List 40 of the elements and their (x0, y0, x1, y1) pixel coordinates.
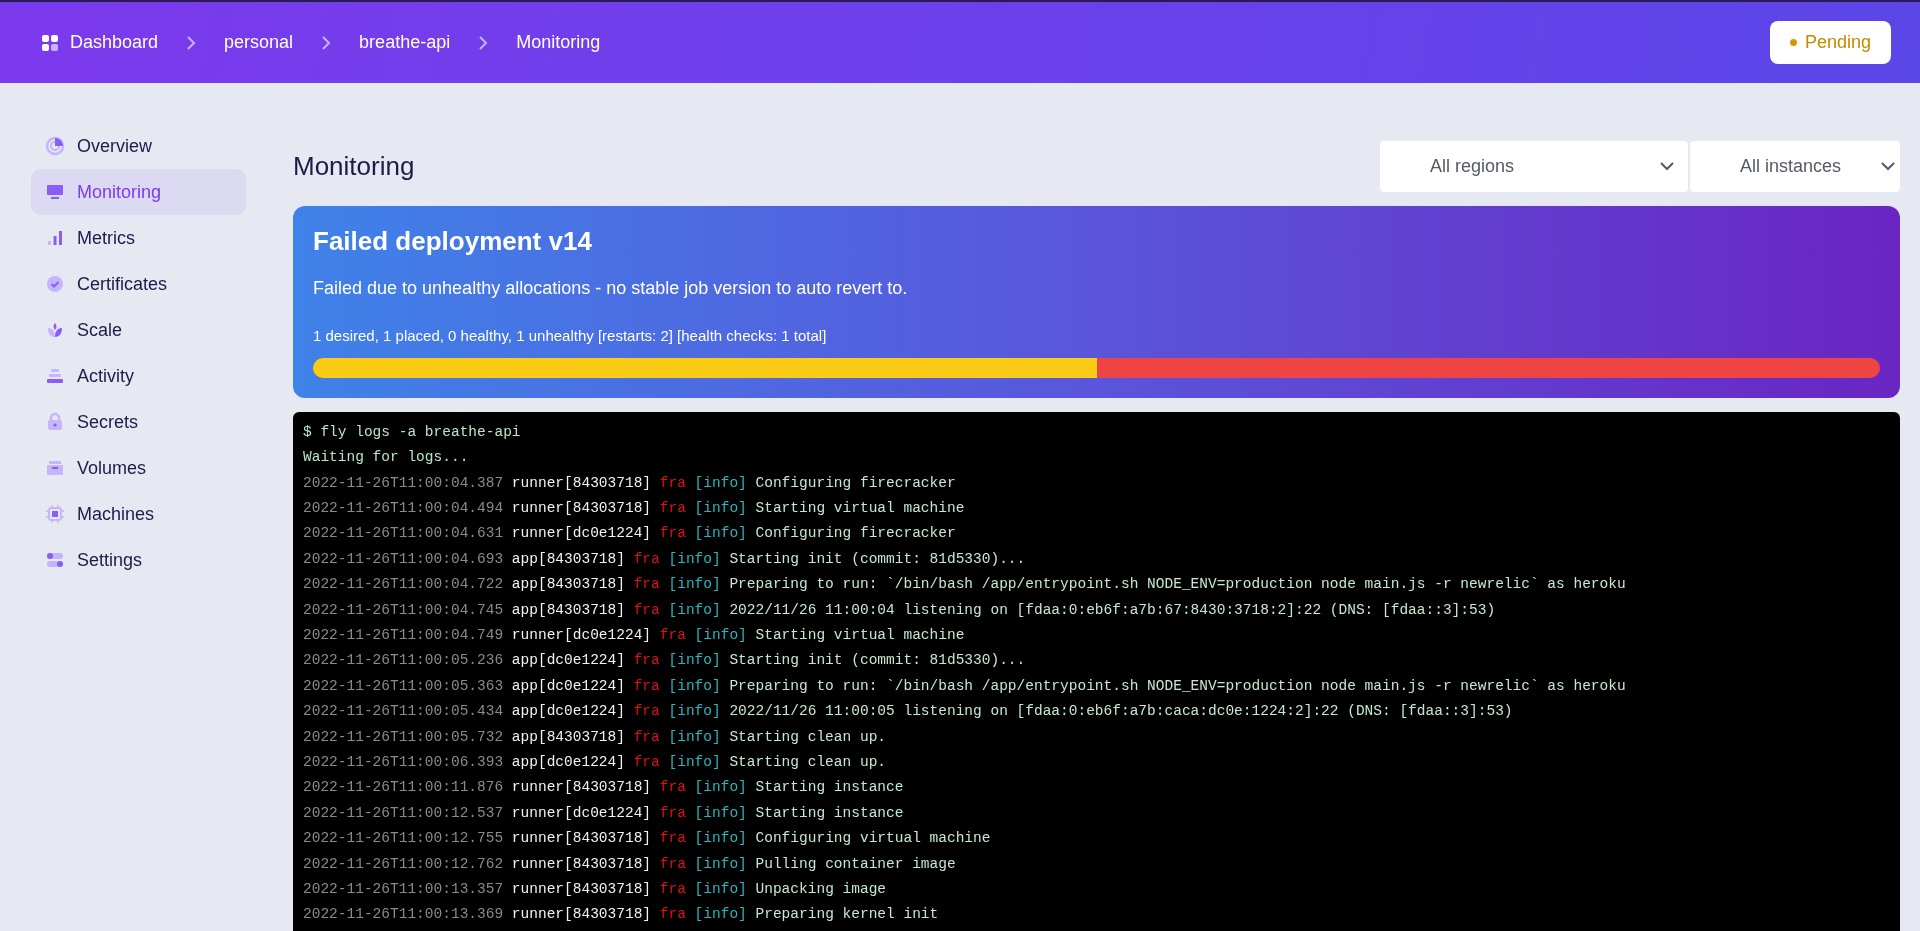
sidebar-item[interactable]: Overview (31, 123, 246, 169)
log-line: 2022-11-26T11:00:04.722 app[84303718] fra [info] Preparing to run: `/bin/bash /app/entrypoint.sh NODE_ENV=production node main.js -r newrelic` as heroku (303, 575, 1627, 595)
sidebar-item[interactable]: Activity (31, 353, 246, 399)
log-line: 2022-11-26T11:00:12.755 runner[84303718] fra [info] Configuring virtual machine (303, 829, 992, 849)
log-line: 2022-11-26T11:00:04.631 runner[dc0e1224] fra [info] Configuring firecracker (303, 524, 957, 544)
log-line: 2022-11-26T11:00:12.762 runner[84303718] fra [info] Pulling container image (303, 854, 957, 874)
log-line: 2022-11-26T11:00:04.494 runner[84303718] fra [info] Starting virtual machine (303, 498, 966, 518)
sidebar-item[interactable]: Scale (31, 307, 246, 353)
log-line: 2022-11-26T11:00:04.693 app[84303718] fra [info] Starting init (commit: 81d5330)... (303, 549, 1027, 569)
breadcrumb-link[interactable]: personal (224, 29, 294, 56)
log-line: 2022-11-26T11:00:13.369 runner[84303718] fra [info] Preparing kernel init (303, 905, 940, 925)
log-line: 2022-11-26T11:00:13.357 runner[84303718] fra [info] Unpacking image (303, 880, 888, 899)
sidebar-item[interactable]: Metrics (31, 215, 246, 261)
terminal-line: Waiting for logs... (303, 448, 470, 468)
deployment-title: Failed deployment v14 (313, 226, 593, 258)
page-title: Monitoring (293, 150, 415, 183)
breadcrumb-link[interactable]: breathe-api (359, 29, 451, 56)
sidebar-item[interactable]: Secrets (31, 399, 246, 445)
sidebar-item[interactable]: Machines (31, 491, 246, 537)
sidebar-item[interactable]: Volumes (31, 445, 246, 491)
log-line: 2022-11-26T11:00:04.745 app[84303718] fra [info] 2022/11/26 11:00:04 listening on [fdaa:0:eb6f:a7b:67:8430:3718:2]:22 (DNS: [fdaa::3]:53) (303, 600, 1497, 620)
breadcrumb-link[interactable]: Dashboard (70, 29, 159, 56)
sidebar-item[interactable]: Settings (31, 537, 246, 583)
breadcrumb-link[interactable]: Monitoring (516, 29, 601, 56)
log-line: 2022-11-26T11:00:12.537 runner[dc0e1224] fra [info] Starting instance (303, 803, 905, 823)
log-line: 2022-11-26T11:00:05.434 app[dc0e1224] fra [info] 2022/11/26 11:00:05 listening on [fdaa:0:eb6f:a7b:caca:dc0e:1224:2]:22 (DNS: [fdaa::3]:53) (303, 702, 1514, 722)
log-line: 2022-11-26T11:00:05.732 app[84303718] fra [info] Starting clean up. (303, 727, 888, 747)
sidebar-item[interactable]: Monitoring (31, 169, 246, 215)
log-line: 2022-11-26T11:00:05.363 app[dc0e1224] fra [info] Preparing to run: `/bin/bash /app/entrypoint.sh NODE_ENV=production node main.js -r newrelic` as heroku (303, 676, 1627, 696)
filter-dropdown[interactable]: All regions (1380, 141, 1688, 192)
filter-dropdown[interactable]: All instances (1690, 141, 1900, 192)
log-line: 2022-11-26T11:00:06.393 app[dc0e1224] fra [info] Starting clean up. (303, 752, 888, 772)
deployment-summary: 1 desired, 1 placed, 0 healthy, 1 unhealthy [restarts: 2] [health checks: 1 total] (313, 326, 828, 347)
log-line: 2022-11-26T11:00:11.876 runner[84303718] fra [info] Starting instance (303, 778, 905, 798)
sidebar-item[interactable]: Certificates (31, 261, 246, 307)
log-line: 2022-11-26T11:00:04.387 runner[84303718] fra [info] Configuring firecracker (303, 473, 957, 493)
deployment-message: Failed due to unhealthy allocations - no stable job version to auto revert to. (313, 277, 909, 301)
terminal-line: $ fly logs -a breathe-api (303, 422, 522, 442)
log-line: 2022-11-26T11:00:05.236 app[dc0e1224] fra [info] Starting init (commit: 81d5330)... (303, 651, 1027, 671)
log-line: 2022-11-26T11:00:04.749 runner[dc0e1224] fra [info] Starting virtual machine (303, 625, 966, 645)
